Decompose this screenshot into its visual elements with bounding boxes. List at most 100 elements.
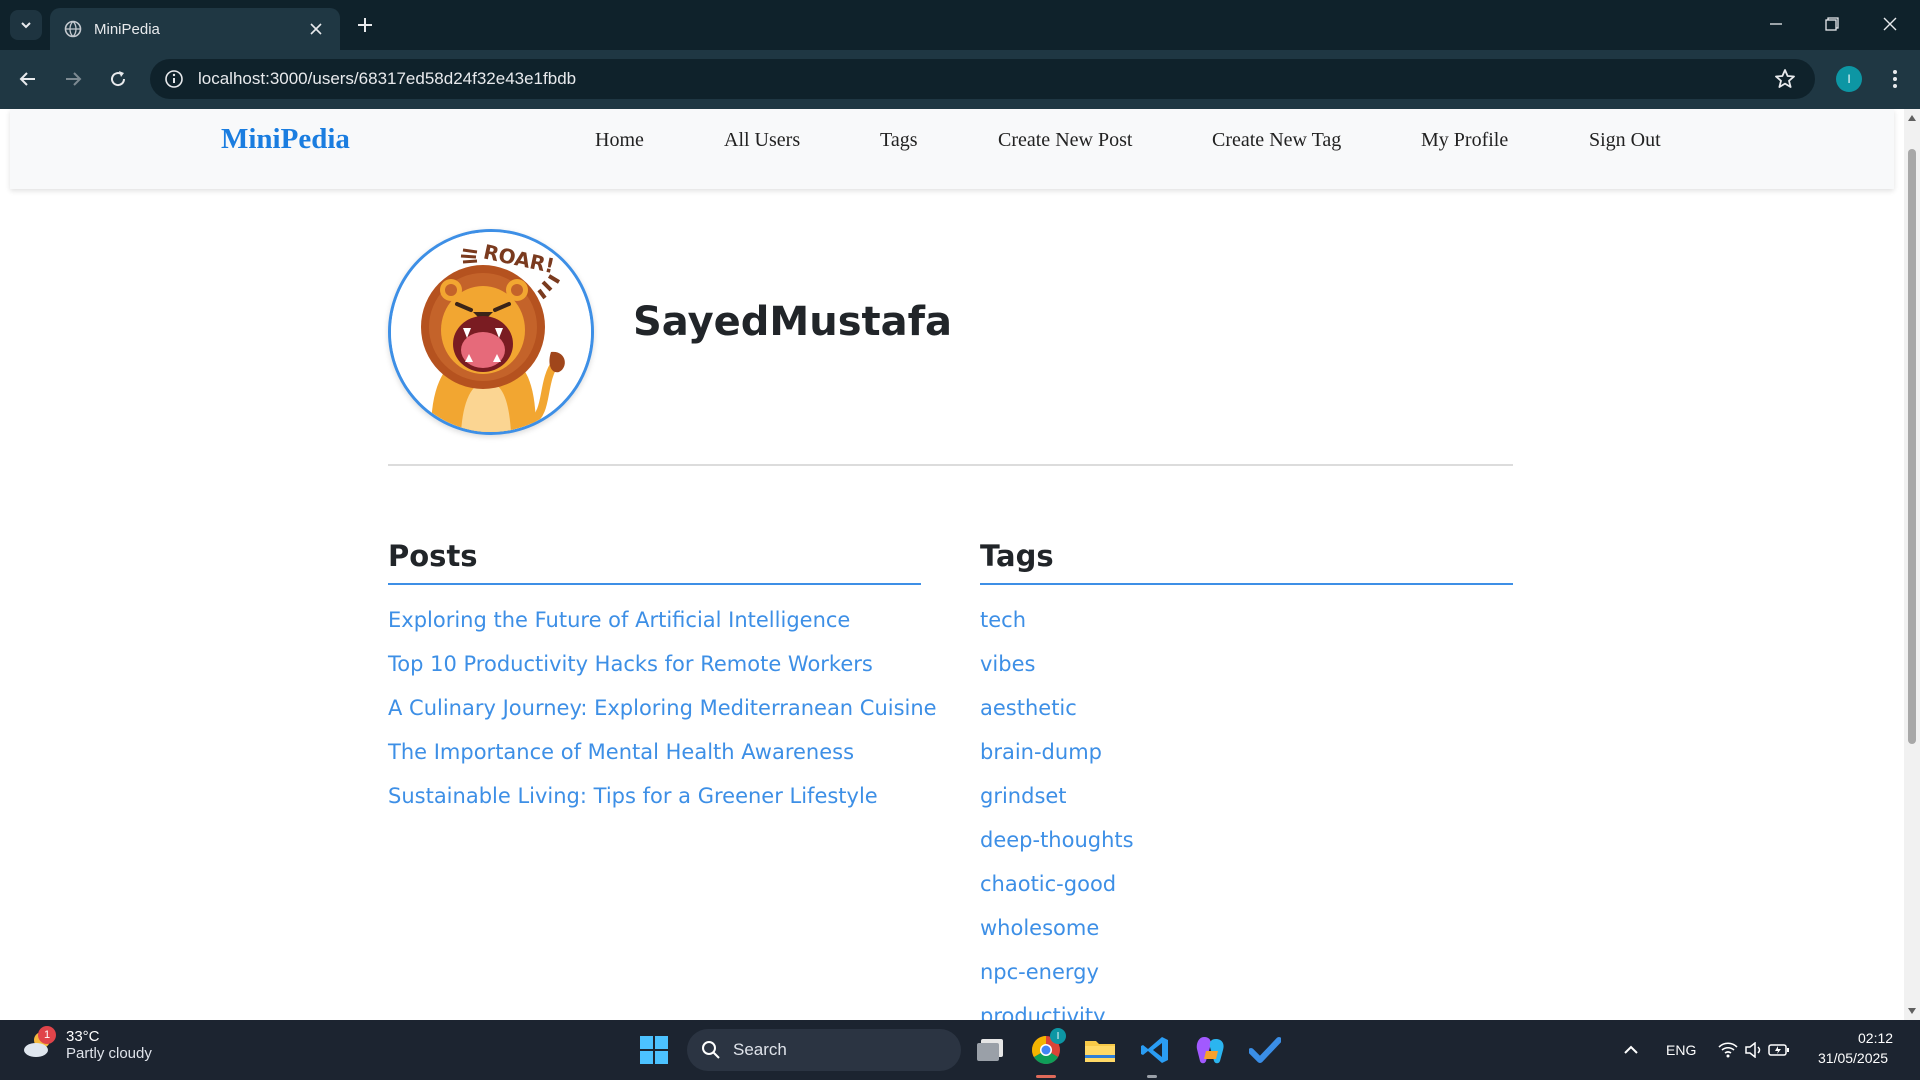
battery-charging-icon bbox=[1768, 1044, 1789, 1056]
browser-menu-button[interactable] bbox=[1880, 64, 1910, 94]
nav-my-profile[interactable]: My Profile bbox=[1421, 129, 1508, 152]
site-navbar: MiniPedia Home All Users Tags Create New… bbox=[10, 109, 1894, 189]
file-explorer-button[interactable] bbox=[1082, 1032, 1118, 1068]
chevron-up-icon bbox=[1624, 1045, 1638, 1054]
restore-button[interactable] bbox=[1810, 8, 1854, 40]
start-button[interactable] bbox=[636, 1032, 672, 1068]
tag-link[interactable]: grindset bbox=[980, 774, 1134, 818]
bookmark-star-icon[interactable] bbox=[1773, 67, 1797, 91]
folder-icon bbox=[1085, 1041, 1115, 1062]
taskbar-search[interactable]: Search bbox=[687, 1029, 961, 1071]
back-button[interactable] bbox=[13, 64, 43, 94]
nav-create-new-tag[interactable]: Create New Tag bbox=[1212, 129, 1341, 152]
scroll-down-arrow-icon[interactable] bbox=[1907, 1006, 1917, 1016]
posts-underline bbox=[388, 583, 921, 585]
nav-home[interactable]: Home bbox=[595, 129, 644, 152]
checkmark-icon bbox=[1249, 1037, 1281, 1063]
language-indicator[interactable]: ENG bbox=[1666, 1042, 1696, 1058]
vscode-icon bbox=[1141, 1037, 1168, 1063]
tags-underline bbox=[980, 583, 1513, 585]
volume-status[interactable] bbox=[1742, 1032, 1766, 1068]
post-link[interactable]: The Importance of Mental Health Awarenes… bbox=[388, 730, 937, 774]
tag-link[interactable]: productivity bbox=[980, 994, 1134, 1020]
wifi-status[interactable] bbox=[1716, 1032, 1740, 1068]
clock-date[interactable]: 31/05/2025 bbox=[1818, 1050, 1888, 1066]
wifi-icon bbox=[1718, 1042, 1738, 1058]
reload-icon bbox=[111, 71, 126, 87]
close-icon bbox=[1883, 17, 1897, 31]
partly-cloudy-icon: 1 bbox=[22, 1026, 56, 1062]
todo-button[interactable] bbox=[1247, 1032, 1283, 1068]
avatar: ROAR! bbox=[388, 229, 594, 435]
plus-icon bbox=[358, 18, 372, 32]
minimize-icon bbox=[1770, 23, 1782, 25]
windows-taskbar: 1 33°C Partly cloudy Search I ENG 02:12 … bbox=[0, 1020, 1920, 1080]
tag-link[interactable]: brain-dump bbox=[980, 730, 1134, 774]
chrome-profile-badge: I bbox=[1050, 1028, 1066, 1044]
show-hidden-icons-button[interactable] bbox=[1616, 1032, 1646, 1068]
post-link[interactable]: Sustainable Living: Tips for a Greener L… bbox=[388, 774, 937, 818]
chevron-down-icon bbox=[21, 22, 31, 29]
address-bar[interactable]: localhost:3000/users/68317ed58d24f32e43e… bbox=[150, 59, 1815, 99]
profile-username: SayedMustafa bbox=[633, 299, 953, 345]
profile-avatar-button[interactable]: I bbox=[1836, 66, 1862, 92]
tab-search-button[interactable] bbox=[10, 10, 42, 40]
nav-create-new-post[interactable]: Create New Post bbox=[998, 129, 1132, 152]
tag-link[interactable]: aesthetic bbox=[980, 686, 1134, 730]
nav-sign-out[interactable]: Sign Out bbox=[1589, 129, 1661, 152]
tags-list: tech vibes aesthetic brain-dump grindset… bbox=[980, 598, 1134, 1020]
weather-badge: 1 bbox=[38, 1026, 56, 1044]
close-window-button[interactable] bbox=[1868, 8, 1912, 40]
weather-widget[interactable]: 1 33°C Partly cloudy bbox=[22, 1026, 152, 1062]
nav-all-users[interactable]: All Users bbox=[724, 129, 800, 152]
chrome-taskbar-button[interactable]: I bbox=[1028, 1028, 1066, 1068]
brand-link[interactable]: MiniPedia bbox=[221, 123, 350, 156]
minimize-button[interactable] bbox=[1754, 8, 1798, 40]
page-scrollbar[interactable] bbox=[1904, 109, 1920, 1020]
forward-button[interactable] bbox=[58, 64, 88, 94]
browser-tab[interactable]: MiniPedia bbox=[50, 8, 340, 50]
nav-tags[interactable]: Tags bbox=[880, 129, 917, 152]
reload-button[interactable] bbox=[103, 64, 133, 94]
search-placeholder: Search bbox=[733, 1040, 787, 1059]
task-view-icon bbox=[977, 1039, 1003, 1061]
tag-link[interactable]: npc-energy bbox=[980, 950, 1134, 994]
post-link[interactable]: Exploring the Future of Artificial Intel… bbox=[388, 598, 937, 642]
site-info-icon[interactable] bbox=[164, 69, 184, 89]
posts-list: Exploring the Future of Artificial Intel… bbox=[388, 598, 937, 818]
arrow-right-icon bbox=[66, 72, 82, 86]
arrow-left-icon bbox=[19, 72, 35, 86]
tag-link[interactable]: chaotic-good bbox=[980, 862, 1134, 906]
close-tab-icon[interactable] bbox=[306, 19, 326, 39]
scrollbar-thumb[interactable] bbox=[1908, 149, 1916, 744]
new-tab-button[interactable] bbox=[352, 12, 378, 38]
tag-link[interactable]: deep-thoughts bbox=[980, 818, 1134, 862]
search-icon bbox=[702, 1041, 720, 1059]
browser-toolbar: localhost:3000/users/68317ed58d24f32e43e… bbox=[0, 50, 1920, 109]
lion-avatar-image: ROAR! bbox=[391, 232, 591, 432]
vscode-running-indicator bbox=[1147, 1075, 1157, 1078]
globe-icon bbox=[64, 20, 82, 38]
windows-logo-icon bbox=[640, 1036, 668, 1064]
microsoft-365-icon bbox=[1196, 1037, 1224, 1064]
m365-button[interactable] bbox=[1192, 1032, 1228, 1068]
tag-link[interactable]: wholesome bbox=[980, 906, 1134, 950]
weather-temperature: 33°C bbox=[66, 1028, 100, 1045]
posts-heading: Posts bbox=[388, 539, 478, 573]
url-text[interactable]: localhost:3000/users/68317ed58d24f32e43e… bbox=[198, 69, 1773, 89]
browser-tab-strip: MiniPedia bbox=[0, 0, 1920, 50]
post-link[interactable]: A Culinary Journey: Exploring Mediterran… bbox=[388, 686, 937, 730]
restore-icon bbox=[1825, 17, 1839, 31]
chrome-active-indicator bbox=[1036, 1075, 1056, 1078]
vscode-button[interactable] bbox=[1137, 1032, 1173, 1068]
scroll-up-arrow-icon[interactable] bbox=[1907, 113, 1917, 123]
task-view-button[interactable] bbox=[972, 1032, 1008, 1068]
tag-link[interactable]: vibes bbox=[980, 642, 1134, 686]
profile-divider bbox=[388, 464, 1513, 466]
tag-link[interactable]: tech bbox=[980, 598, 1134, 642]
more-vertical-icon bbox=[1893, 70, 1897, 88]
speaker-icon bbox=[1745, 1042, 1761, 1058]
battery-status[interactable] bbox=[1766, 1032, 1792, 1068]
clock-time[interactable]: 02:12 bbox=[1858, 1030, 1893, 1046]
post-link[interactable]: Top 10 Productivity Hacks for Remote Wor… bbox=[388, 642, 937, 686]
